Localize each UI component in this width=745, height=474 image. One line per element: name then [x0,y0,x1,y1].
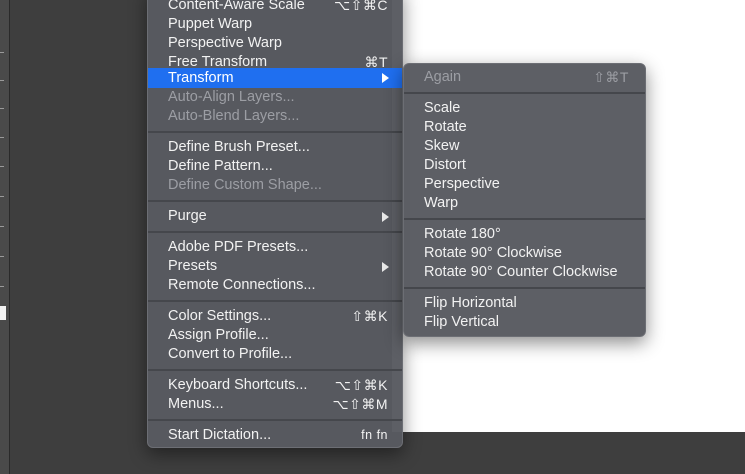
menu-item-label: Start Dictation... [168,427,272,443]
submenu-item-scale[interactable]: Scale [404,99,645,118]
menu-separator [148,231,402,233]
menu-item-assign-profile[interactable]: Assign Profile... [148,326,402,345]
menu-item-define-pattern[interactable]: Define Pattern... [148,157,402,176]
color-swatch[interactable] [0,306,6,320]
menu-item-label: Rotate [424,119,467,135]
menu-item-label: Warp [424,195,459,211]
menu-item-label: Assign Profile... [168,327,269,343]
menu-item-label: Menus... [168,396,224,412]
menu-item-label: Skew [424,138,460,154]
panel-tick [0,137,4,138]
menu-separator [404,287,645,289]
submenu-item-skew[interactable]: Skew [404,137,645,156]
menu-separator [148,131,402,133]
menu-item-convert-to-profile[interactable]: Convert to Profile... [148,345,402,364]
menu-item-puppet-warp[interactable]: Puppet Warp [148,15,402,34]
submenu-item-flip-horizontal[interactable]: Flip Horizontal [404,294,645,313]
menu-item-label: Convert to Profile... [168,346,293,362]
submenu-arrow-icon [382,73,389,83]
menu-item-keyboard-shortcuts[interactable]: Keyboard Shortcuts... ⌥⇧⌘K [148,376,402,395]
menu-item-define-custom-shape: Define Custom Shape... [148,176,402,195]
menu-item-remote-connections[interactable]: Remote Connections... [148,276,402,295]
menu-item-label: Perspective Warp [168,35,282,51]
menu-item-label: Distort [424,157,466,173]
menu-item-label: Content-Aware Scale [168,0,305,13]
panel-tick [0,196,4,197]
menu-item-label: Flip Horizontal [424,295,517,311]
menu-item-label: Remote Connections... [168,277,316,293]
photoshop-workspace: Content-Aware Scale ⌥⇧⌘C Puppet Warp Per… [0,0,745,474]
submenu-item-again: Again ⇧⌘T [404,68,645,87]
menu-item-label: Rotate 90° Counter Clockwise [424,264,618,280]
panel-tick [0,226,4,227]
menu-item-label: Define Pattern... [168,158,273,174]
menu-item-shortcut: ⌥⇧⌘M [332,396,388,412]
panel-tick [0,166,4,167]
menu-item-label: Scale [424,100,461,116]
tools-panel-edge [0,0,10,474]
submenu-item-perspective[interactable]: Perspective [404,175,645,194]
menu-separator [148,419,402,421]
menu-item-shortcut: ⇧⌘K [351,308,388,324]
menu-item-color-settings[interactable]: Color Settings... ⇧⌘K [148,307,402,326]
edit-menu: Content-Aware Scale ⌥⇧⌘C Puppet Warp Per… [147,0,403,448]
menu-item-auto-blend-layers: Auto-Blend Layers... [148,107,402,126]
menu-item-purge[interactable]: Purge [148,207,402,226]
panel-tick [0,52,4,53]
submenu-arrow-icon [382,262,389,272]
menu-item-content-aware-scale[interactable]: Content-Aware Scale ⌥⇧⌘C [148,0,402,15]
menu-separator [404,218,645,220]
menu-item-adobe-pdf-presets[interactable]: Adobe PDF Presets... [148,238,402,257]
menu-item-label: Define Custom Shape... [168,177,322,193]
menu-item-label: Flip Vertical [424,314,499,330]
menu-item-transform[interactable]: Transform [148,68,402,88]
submenu-item-warp[interactable]: Warp [404,194,645,213]
menu-separator [148,200,402,202]
menu-separator [148,369,402,371]
menu-item-label: Rotate 90° Clockwise [424,245,562,261]
menu-item-perspective-warp[interactable]: Perspective Warp [148,34,402,53]
menu-item-label: Transform [168,70,234,86]
transform-submenu: Again ⇧⌘T Scale Rotate Skew Distort Pers… [403,63,646,337]
menu-item-presets[interactable]: Presets [148,257,402,276]
panel-tick [0,80,4,81]
menu-item-start-dictation[interactable]: Start Dictation... fn fn [148,426,402,445]
menu-item-shortcut: fn fn [361,428,388,442]
panel-tick [0,286,4,287]
menu-item-label: Adobe PDF Presets... [168,239,309,255]
menu-item-label: Presets [168,258,218,274]
submenu-item-flip-vertical[interactable]: Flip Vertical [404,313,645,332]
menu-item-define-brush-preset[interactable]: Define Brush Preset... [148,138,402,157]
menu-item-label: Rotate 180° [424,226,501,242]
menu-item-menus[interactable]: Menus... ⌥⇧⌘M [148,395,402,414]
menu-item-shortcut: ⇧⌘T [593,69,629,85]
menu-item-label: Auto-Align Layers... [168,89,295,105]
menu-item-label: Auto-Blend Layers... [168,108,300,124]
menu-item-label: Define Brush Preset... [168,139,310,155]
panel-tick [0,256,4,257]
panel-tick [0,108,4,109]
menu-item-shortcut: ⌥⇧⌘K [334,377,388,393]
submenu-item-rotate[interactable]: Rotate [404,118,645,137]
menu-item-label: Puppet Warp [168,16,253,32]
submenu-item-rotate-90-cw[interactable]: Rotate 90° Clockwise [404,244,645,263]
menu-separator [148,300,402,302]
submenu-item-rotate-90-ccw[interactable]: Rotate 90° Counter Clockwise [404,263,645,282]
menu-item-auto-align-layers: Auto-Align Layers... [148,88,402,107]
menu-item-label: Perspective [424,176,500,192]
menu-item-label: Keyboard Shortcuts... [168,377,308,393]
menu-item-label: Color Settings... [168,308,272,324]
submenu-item-rotate-180[interactable]: Rotate 180° [404,225,645,244]
menu-item-shortcut: ⌥⇧⌘C [334,0,388,13]
menu-item-label: Again [424,69,462,85]
menu-separator [404,92,645,94]
submenu-arrow-icon [382,212,389,222]
submenu-item-distort[interactable]: Distort [404,156,645,175]
menu-item-label: Purge [168,208,207,224]
